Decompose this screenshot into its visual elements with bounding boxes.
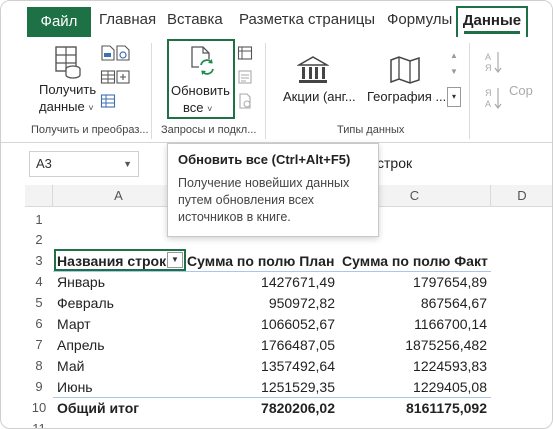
row-header[interactable]: 7: [25, 335, 53, 355]
row-header[interactable]: 2: [25, 230, 53, 250]
pivot-fact-header[interactable]: Сумма по полю Факт: [342, 251, 488, 271]
row-header[interactable]: 4: [25, 272, 53, 292]
group-label-get-transform: Получить и преобраз...: [31, 124, 149, 136]
plan-value[interactable]: 1427671,49: [185, 272, 335, 292]
tooltip-title: Обновить все (Ctrl+Alt+F5): [178, 152, 351, 167]
fact-value[interactable]: 867564,67: [339, 293, 487, 313]
name-box[interactable]: A3 ▼: [29, 151, 139, 177]
properties-icon[interactable]: [237, 69, 253, 85]
get-data-label-1: Получить: [39, 82, 97, 97]
row-header[interactable]: 10: [25, 398, 53, 418]
gallery-down-arrow[interactable]: ▼: [450, 67, 458, 76]
row-label[interactable]: Март: [57, 314, 91, 334]
sort-za-icon[interactable]: Я А: [485, 85, 503, 113]
ribbon-separator: [265, 43, 266, 139]
refresh-all-label-1: Обновить: [171, 83, 230, 98]
total-label[interactable]: Общий итог: [57, 398, 139, 418]
plan-value[interactable]: 1066052,67: [185, 314, 335, 334]
row-label[interactable]: Февраль: [57, 293, 114, 313]
excel-window: Файл Главная Вставка Разметка страницы Ф…: [0, 0, 553, 429]
fact-value[interactable]: 1166700,14: [339, 314, 487, 334]
plan-value[interactable]: 1357492,64: [185, 356, 335, 376]
column-header-a[interactable]: A: [53, 185, 185, 207]
row-header[interactable]: 11: [25, 419, 53, 428]
pivot-plan-header[interactable]: Сумма по полю План: [187, 251, 334, 271]
row-header[interactable]: 3: [25, 251, 53, 271]
row-header[interactable]: 1: [25, 210, 53, 230]
chevron-down-icon[interactable]: ▼: [123, 152, 132, 176]
ribbon-body: Получить данные ˅ Получить и преобраз...…: [1, 37, 552, 143]
tooltip-line-1: Получение новейших данных: [178, 176, 350, 190]
row-label[interactable]: Июнь: [57, 377, 93, 397]
tooltip-line-2: путем обновления всех: [178, 193, 314, 207]
refresh-all-label-2: все ˅: [183, 100, 213, 115]
group-label-data-types: Типы данных: [337, 124, 405, 136]
tooltip-line-3: источников в книге.: [178, 210, 291, 224]
tab-page-layout[interactable]: Разметка страницы: [239, 11, 375, 28]
tab-data-label: Данные: [462, 12, 522, 29]
ribbon-tabs: Файл Главная Вставка Разметка страницы Ф…: [1, 1, 552, 40]
row-label[interactable]: Май: [57, 356, 84, 376]
ribbon-separator: [469, 43, 470, 139]
group-label-queries: Запросы и подкл...: [161, 124, 257, 136]
row-label[interactable]: Апрель: [57, 335, 105, 355]
existing-connections-icon[interactable]: [100, 93, 116, 109]
refresh-all-tooltip: Обновить все (Ctrl+Alt+F5) Получение нов…: [167, 143, 379, 237]
name-box-value: A3: [36, 156, 52, 171]
fact-value[interactable]: 1224593,83: [339, 356, 487, 376]
tab-formulas[interactable]: Формулы: [387, 11, 452, 28]
svg-text:Я: Я: [485, 63, 492, 73]
svg-text:А: А: [485, 99, 491, 109]
svg-text:А: А: [485, 52, 491, 62]
refresh-all-icon: [191, 46, 215, 75]
ribbon-separator: [151, 43, 152, 139]
from-text-csv-icon[interactable]: [100, 45, 116, 61]
total-fact-value[interactable]: 8161175,092: [339, 398, 487, 418]
sort-button-label[interactable]: Сор: [509, 83, 533, 98]
bank-building-icon: [297, 56, 329, 83]
recent-sources-icon[interactable]: [115, 69, 131, 85]
gallery-up-arrow[interactable]: ▲: [450, 51, 458, 60]
fact-value[interactable]: 1797654,89: [339, 272, 487, 292]
svg-text:Я: Я: [485, 88, 492, 98]
get-data-label-2: данные ˅: [39, 99, 94, 114]
database-table-icon: [55, 46, 81, 79]
column-header-d[interactable]: D: [491, 185, 552, 207]
stocks-label: Акции (анг...: [283, 89, 356, 104]
filter-dropdown-icon[interactable]: ▼: [167, 252, 183, 268]
queries-connections-icon[interactable]: [237, 45, 253, 61]
tab-file[interactable]: Файл: [27, 7, 91, 37]
row-header[interactable]: 9: [25, 377, 53, 397]
tab-insert[interactable]: Вставка: [167, 11, 223, 28]
data-types-gallery-more[interactable]: ▾: [447, 87, 461, 107]
plan-value[interactable]: 1766487,05: [185, 335, 335, 355]
tab-home[interactable]: Главная: [99, 11, 156, 28]
from-web-icon[interactable]: [115, 45, 131, 61]
row-label[interactable]: Январь: [57, 272, 105, 292]
formula-input[interactable]: строк: [377, 155, 412, 171]
plan-value[interactable]: 1251529,35: [185, 377, 335, 397]
geography-label: География ...: [367, 89, 447, 104]
edit-links-icon[interactable]: [237, 93, 253, 109]
sort-az-icon[interactable]: А Я: [485, 49, 503, 77]
tab-data[interactable]: Данные: [456, 6, 528, 40]
total-plan-value[interactable]: 7820206,02: [185, 398, 335, 418]
fact-value[interactable]: 1229405,08: [339, 377, 487, 397]
map-icon: [390, 56, 420, 84]
active-tab-underline: [464, 31, 520, 34]
refresh-all-button[interactable]: Обновить все ˅: [167, 39, 235, 119]
fact-value[interactable]: 1875256,482: [339, 335, 487, 355]
row-header[interactable]: 5: [25, 293, 53, 313]
row-header[interactable]: 6: [25, 314, 53, 334]
from-table-range-icon[interactable]: [100, 69, 116, 85]
row-header[interactable]: 8: [25, 356, 53, 376]
plan-value[interactable]: 950972,82: [185, 293, 335, 313]
select-all-corner[interactable]: [25, 185, 53, 207]
